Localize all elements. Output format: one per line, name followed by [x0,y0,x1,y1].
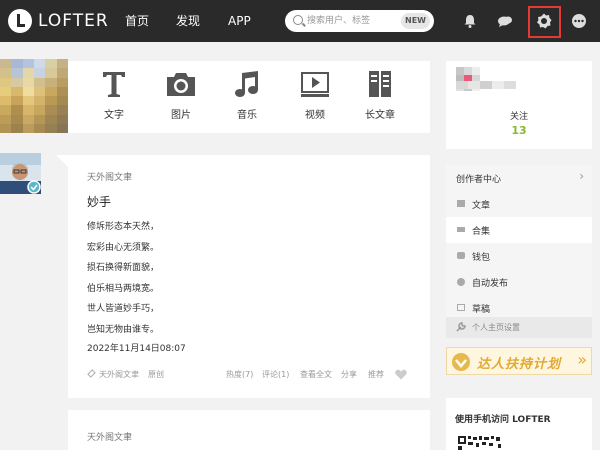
poster-avatar[interactable] [0,153,41,194]
post-title[interactable]: 妙手 [87,193,111,210]
qr-code [458,436,501,450]
mobile-access-title: 使用手机访问 LOFTER [455,415,551,425]
post-source[interactable]: 天外阁文聿 [87,170,132,183]
profile-name-blurred [456,81,516,89]
article-icon [369,71,391,97]
menu-label: 文章 [472,201,491,211]
clock-icon [457,278,465,286]
own-avatar[interactable] [0,59,68,133]
search-icon[interactable] [293,15,303,25]
original-label: 原创 [148,370,164,379]
post-photo-button[interactable]: 图片 [156,69,206,121]
feed-post: 天外阁文聿 妙手 修坼形态本天然， 宏彩由心无须繁。 损石换得新面貌， 伯乐相马… [56,155,430,398]
post-music-label: 音乐 [237,110,257,121]
menu-label: 钱包 [472,253,491,263]
profile-settings-label: 个人主页设置 [472,323,520,332]
post-source[interactable]: 天外阁文聿 [87,430,132,443]
wallet-icon [457,252,465,259]
avatar-mosaic [0,59,68,133]
menu-label: 合集 [472,227,491,237]
menu-item-wallet[interactable]: 钱包 [446,243,592,269]
creator-center-header[interactable]: 创作者中心 › [446,165,592,191]
post-tag[interactable]: 天外阁文聿 [99,369,139,380]
post-article-button[interactable]: 长文章 [355,69,405,121]
collection-icon [457,227,465,232]
menu-label: 自动发布 [472,279,509,289]
nav-app[interactable]: APP [228,0,251,42]
music-icon [235,71,258,97]
menu-item-collections[interactable]: 合集 [446,217,592,243]
post-body: 修坼形态本天然， 宏彩由心无须繁。 损石换得新面貌， 伯乐相马两境宽。 世人皆道… [87,217,159,340]
mobile-access-card: 使用手机访问 LOFTER [446,398,592,450]
post-text-label: 文字 [104,110,124,121]
poem-line: 伯乐相马两境宽。 [87,283,160,294]
gear-icon[interactable] [535,12,553,30]
wrench-icon [456,322,466,332]
video-icon [301,72,329,97]
follow-count[interactable]: 13 [446,124,592,137]
creator-support-banner[interactable]: 达人扶持计划 » [446,347,592,375]
menu-item-auto-publish[interactable]: 自动发布 [446,269,592,295]
hot-link[interactable]: 热度(7) [226,369,253,380]
chat-icon[interactable] [496,12,514,30]
text-icon [103,72,125,97]
post-video-label: 视频 [305,110,325,121]
follow-label: 关注 [509,112,528,122]
menu-item-articles[interactable]: 文章 [446,191,592,217]
creator-center: 创作者中心 › 文章 合集 钱包 自动发布 草稿 个人主页设置 [446,165,592,338]
recommend-link[interactable]: 推荐 [368,369,384,380]
profile-settings-link[interactable]: 个人主页设置 [446,317,592,338]
new-badge: NEW [401,13,430,29]
menu-label: 草稿 [472,305,491,315]
post-toolbar: 文字 图片 音乐 视频 长文章 [68,61,430,133]
heart-icon[interactable] [395,369,407,380]
search-box: NEW [285,10,434,32]
poem-line: 宏彩由心无须繁。 [87,242,160,253]
nav-home[interactable]: 首页 [125,0,149,42]
chevron-right-icon: › [579,169,584,183]
creator-center-title: 创作者中心 [456,175,502,185]
poem-line: 岂知无物由谁专。 [87,324,160,335]
feed-post-2: 天外阁文聿 [68,410,430,450]
post-music-button[interactable]: 音乐 [222,69,272,121]
post-video-button[interactable]: 视频 [290,69,340,121]
profile-card: 关注 13 [446,61,592,149]
post-article-label: 长文章 [365,110,395,121]
view-full-link[interactable]: 查看全文 [300,369,332,380]
post-date: 2022年11月14日08:07 [87,344,186,354]
article-icon [457,200,465,207]
top-bar: LOFTER 首页 发现 APP NEW [0,0,600,42]
logo-text: LOFTER [38,11,109,31]
nav-discover[interactable]: 发现 [176,0,200,42]
draft-icon [457,304,465,311]
banner-text: 达人扶持计划 [477,357,562,372]
bell-icon[interactable] [461,12,479,30]
tag-icon [87,369,96,378]
chevron-double-right-icon: » [577,350,587,369]
more-icon[interactable] [570,12,588,30]
post-photo-label: 图片 [171,110,191,121]
search-input[interactable] [307,13,397,29]
post-text-button[interactable]: 文字 [89,69,139,121]
poem-line: 修坼形态本天然， [87,222,160,232]
poem-line: 世人皆道妙手巧， [87,304,160,314]
post-footer: 天外阁文聿 原创 热度(7) 评论(1) 查看全文 分享 推荐 [68,367,430,387]
poem-line: 损石换得新面貌， [87,263,160,273]
comment-link[interactable]: 评论(1) [262,369,289,380]
camera-icon [167,73,195,96]
share-link[interactable]: 分享 [341,369,357,380]
logo[interactable]: LOFTER [8,9,109,33]
heart-badge-icon [452,353,470,371]
logo-icon [8,9,32,33]
